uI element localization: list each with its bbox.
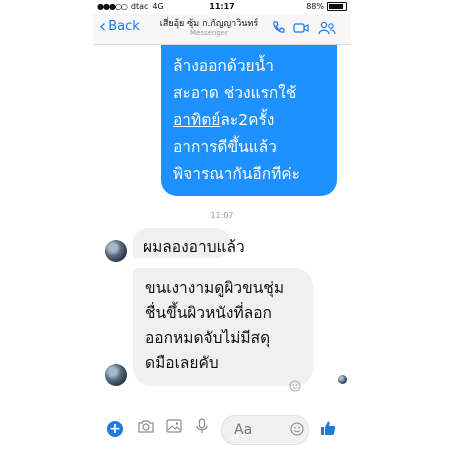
message-input[interactable]: Aa (221, 415, 309, 445)
sent-line-4-rest: ละ2ครั้ง (220, 111, 275, 129)
received-line-1: ขนเงางามดูผิวขนชุ่ม (145, 279, 285, 297)
contact-avatar[interactable] (105, 240, 127, 262)
received-message-bubble[interactable]: ขนเงางามดูผิวขนชุ่ม ชื่นขึ้นผิวหนังที่ลอ… (133, 268, 313, 386)
header-subtitle: Messenger (189, 29, 228, 37)
camera-icon[interactable] (137, 417, 155, 435)
battery-percent: 88% (306, 2, 324, 11)
message-composer: + Aa (93, 407, 351, 449)
sent-line-4: อาทิตย์ละ2ครั้ง (173, 107, 274, 134)
thumbs-up-icon[interactable] (319, 419, 337, 437)
contact-name[interactable]: เสี่ยอุ้ย ซุ้ม ก.กัญญาวินทร์ (149, 16, 269, 30)
back-button[interactable]: ‹ Back (99, 15, 140, 37)
contact-avatar[interactable] (105, 364, 127, 386)
sent-line-3: สะอาด ช่วงแรกใช้ (173, 84, 297, 102)
messenger-screen: ●●●○○ dtac 4G 11:17 88% มาน 15นาท แลว ล้… (93, 0, 351, 449)
phone-call-icon[interactable] (271, 21, 287, 35)
plus-icon[interactable]: + (107, 421, 123, 437)
read-receipt-avatar (338, 375, 347, 384)
message-input-placeholder: Aa (234, 422, 253, 438)
message-timestamp: 11:07 (210, 211, 234, 220)
battery-icon (327, 2, 347, 11)
sent-line-6: พิจารณากันอีกทีค่ะ (173, 165, 300, 183)
add-reaction-icon[interactable] (289, 380, 303, 392)
status-bar: ●●●○○ dtac 4G 11:17 88% (93, 0, 351, 14)
received-message-text: ผมลองอาบแล้ว (143, 238, 245, 256)
sent-line-5: อาการดีขึ้นแล้ว (173, 138, 277, 156)
photo-gallery-icon[interactable] (165, 417, 183, 435)
received-line-2: ชื่นขึ้นผิวหนังที่ลอก (145, 304, 272, 322)
video-call-icon[interactable] (293, 21, 309, 35)
chevron-left-icon: ‹ (99, 15, 107, 37)
emoji-icon[interactable] (290, 422, 304, 436)
back-label: Back (108, 19, 140, 34)
microphone-icon[interactable] (193, 417, 211, 435)
conversation-header: ‹ Back เสี่ยอุ้ย ซุ้ม ก.กัญญาวินทร์ Mess… (93, 14, 351, 45)
received-message-bubble[interactable]: ผมลองอาบแล้ว (133, 228, 245, 258)
sent-message-bubble[interactable]: มาน 15นาท แลว ล้างออกด้วยน้ำ สะอาด ช่วงแ… (161, 20, 337, 196)
sent-line-2: ล้างออกด้วยน้ำ (173, 57, 274, 75)
received-line-4: ดมือเลยคับ (145, 354, 219, 372)
sent-line-4-underlined: อาทิตย์ (173, 111, 221, 129)
group-members-icon[interactable] (317, 21, 337, 35)
received-line-3: ออกหมดจับไม่มีสดุ (145, 329, 271, 347)
